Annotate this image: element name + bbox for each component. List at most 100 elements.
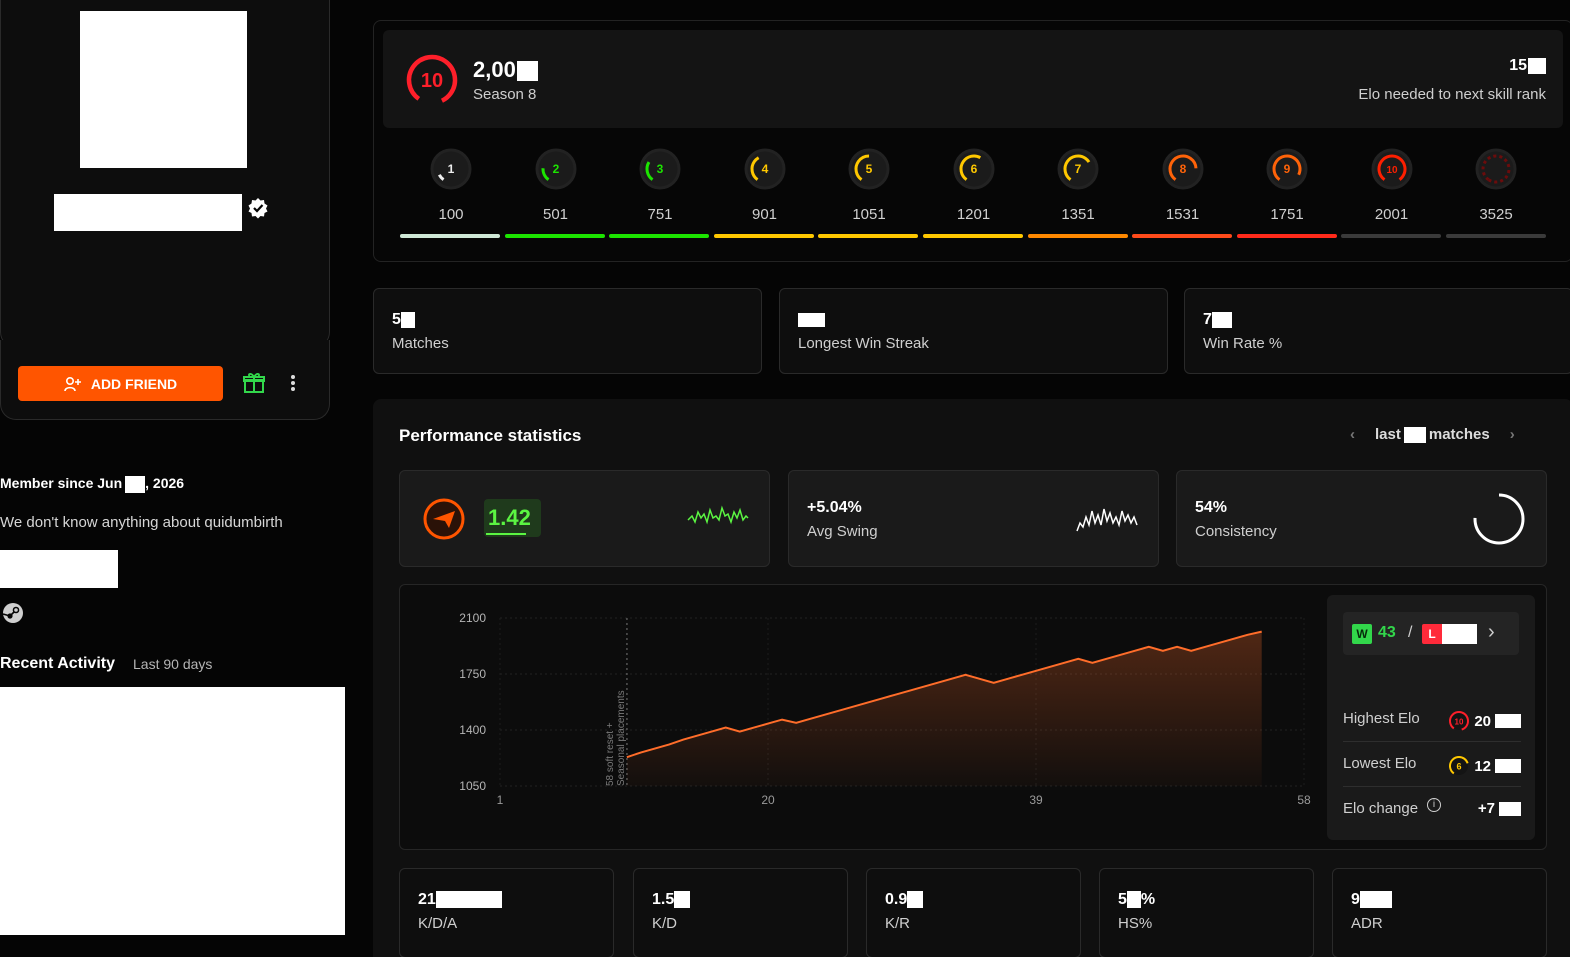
- stat-card-adr: 9 ADR: [1332, 868, 1547, 957]
- season-reset-annotation: Seasonal placements: [616, 690, 627, 786]
- svg-text:2: 2: [552, 162, 559, 176]
- losses-count: [1442, 624, 1477, 644]
- stat-card-win-streak: Longest Win Streak: [779, 288, 1168, 374]
- elo-chart: 2100 1750 1400 1050 1 20 39 58 58 soft reset + Se…: [459, 611, 1311, 807]
- svg-text:6: 6: [970, 162, 977, 176]
- level-elo-threshold: 751: [647, 206, 673, 223]
- add-friend-label: ADD FRIEND: [90, 375, 178, 392]
- steam-icon[interactable]: [2, 602, 24, 624]
- level-3-marker: 3 751: [610, 147, 710, 223]
- avg-swing-value: +5.04%: [807, 499, 862, 516]
- elo-area: [626, 631, 1262, 786]
- level-6-marker: 6 1201: [924, 147, 1024, 223]
- svg-text:10: 10: [1455, 718, 1464, 727]
- divider: [1343, 741, 1521, 742]
- stat-card-win-rate: 7 Win Rate %: [1184, 288, 1570, 374]
- rating-sparkline: [687, 505, 749, 525]
- skill-rank-header: [383, 30, 1563, 128]
- consistency-value: 54%: [1195, 499, 1228, 516]
- info-icon[interactable]: i: [1427, 798, 1441, 812]
- wl-separator: /: [1408, 624, 1413, 641]
- level-elo-threshold: 1351: [1061, 206, 1095, 223]
- y-tick-label: 1750: [459, 667, 486, 681]
- level-10-marker: 10 2001: [1342, 147, 1442, 223]
- x-tick-label: 20: [761, 793, 775, 807]
- stat-card-kd: 1.5 K/D: [633, 868, 848, 957]
- level-max-marker: 3525: [1446, 147, 1546, 223]
- level-6-icon: 6: [1449, 756, 1470, 776]
- elo-needed-label: Elo needed to next skill rank: [1358, 86, 1546, 103]
- x-tick-label: 58: [1297, 793, 1311, 807]
- swing-sparkline: [1076, 508, 1138, 532]
- svg-text:10: 10: [421, 70, 443, 92]
- elo-change-row: Elo change i +7: [1343, 798, 1523, 824]
- recent-activity-title: Recent Activity: [0, 655, 115, 672]
- x-tick-label: 1: [497, 793, 504, 807]
- add-friend-button[interactable]: ADD FRIEND: [18, 366, 223, 401]
- about-text: We don't know anything about quidumbirth: [0, 514, 283, 531]
- consistency-card: 54% Consistency: [1176, 470, 1547, 567]
- level-2-marker: 2 501: [506, 147, 606, 223]
- level-bar-segment: [1132, 234, 1233, 238]
- level-bar-segment: [818, 234, 919, 238]
- add-user-icon: [64, 376, 81, 391]
- rating-icon: [422, 497, 466, 541]
- avatar: [80, 11, 247, 168]
- elo-needed-value: 15: [1509, 57, 1546, 75]
- level-bar-segment: [923, 234, 1023, 238]
- chevron-left-icon[interactable]: ‹: [1350, 426, 1355, 443]
- level-gauge-icon: 7: [1057, 148, 1099, 190]
- gift-icon[interactable]: [242, 371, 266, 395]
- rating-card: 1.42: [399, 470, 770, 567]
- svg-text:3: 3: [657, 162, 664, 176]
- level-gauge-icon: [1475, 148, 1517, 190]
- level-bar-segment: [713, 234, 814, 238]
- verified-icon: [247, 197, 269, 219]
- svg-text:8: 8: [1179, 162, 1186, 176]
- avg-swing-label: Avg Swing: [807, 523, 878, 540]
- performance-title: Performance statistics: [399, 426, 582, 445]
- more-options-icon[interactable]: [285, 372, 301, 394]
- win-loss-summary[interactable]: W 43 / L ›: [1343, 612, 1519, 655]
- consistency-ring: [1473, 493, 1525, 545]
- member-since: Member since Jun, 2026: [0, 475, 185, 493]
- level-bar-segment: [1027, 234, 1128, 238]
- level-bar-segment: [1446, 234, 1546, 238]
- y-tick-label: 2100: [459, 611, 486, 625]
- level-elo-threshold: 1531: [1165, 206, 1200, 223]
- wins-count: 43: [1378, 624, 1396, 641]
- current-elo: 2,00: [473, 57, 538, 83]
- highest-elo-row: Highest Elo 10 20: [1343, 710, 1523, 734]
- y-tick-label: 1400: [459, 723, 486, 737]
- chevron-right-icon[interactable]: ›: [1510, 426, 1515, 443]
- level-5-marker: 5 1051: [819, 147, 919, 223]
- lowest-elo-row: Lowest Elo 6 12: [1343, 755, 1523, 779]
- level-gauge-icon: 2: [535, 148, 576, 190]
- avg-swing-card: +5.04% Avg Swing: [788, 470, 1159, 567]
- svg-text:7: 7: [1075, 162, 1082, 176]
- level-4-marker: 4 901: [715, 147, 815, 223]
- divider: [1343, 786, 1521, 787]
- wins-badge: W: [1352, 624, 1372, 644]
- level-bar-segment: [609, 234, 710, 238]
- stat-card-kda: 21 K/D/A: [399, 868, 614, 957]
- redacted-link: [0, 550, 118, 588]
- consistency-label: Consistency: [1195, 523, 1277, 540]
- current-level-icon: 10: [405, 53, 459, 107]
- level-elo-threshold: 1051: [852, 206, 886, 223]
- season-label: Season 8: [473, 86, 537, 103]
- losses-badge: L: [1422, 624, 1442, 644]
- level-elo-threshold: 1751: [1270, 206, 1304, 223]
- level-bar-segment: [1236, 234, 1337, 238]
- x-tick-label: 39: [1029, 793, 1043, 807]
- level-gauge-icon: 5: [848, 148, 890, 190]
- svg-text:9: 9: [1284, 162, 1291, 176]
- level-bar-segment: [1341, 234, 1442, 238]
- level-gauge-icon: 4: [744, 148, 785, 190]
- level-gauge-icon: 9: [1266, 148, 1308, 190]
- activity-heatmap: [0, 687, 345, 935]
- level-7-marker: 7 1351: [1028, 147, 1128, 223]
- level-gauge-icon: 10: [1371, 148, 1412, 190]
- level-elo-threshold: 2001: [1374, 206, 1409, 223]
- stat-card-matches: 5 Matches: [373, 288, 762, 374]
